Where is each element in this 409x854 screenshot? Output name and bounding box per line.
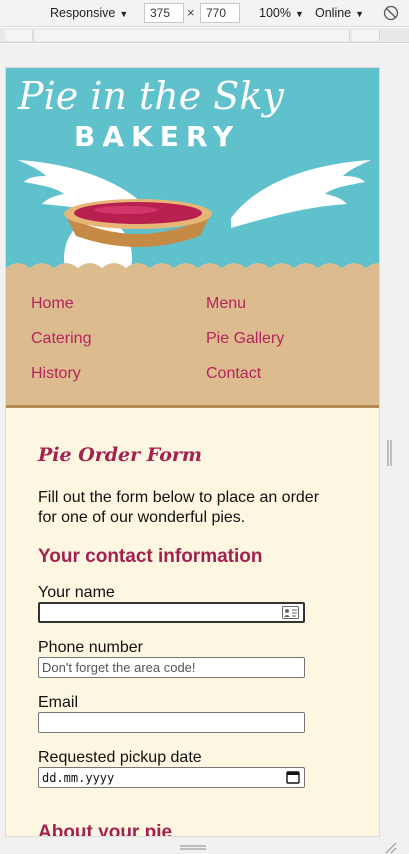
ruler-segment[interactable]	[5, 30, 33, 41]
phone-field-group: Phone number Don't forget the area code!	[38, 639, 347, 678]
phone-input-placeholder: Don't forget the area code!	[42, 660, 196, 675]
caret-down-icon: ▼	[294, 9, 304, 19]
nav-link-catering[interactable]: Catering	[31, 330, 91, 348]
logo-block-text[interactable]: BAKERY	[74, 120, 240, 153]
caret-down-icon: ▼	[119, 9, 129, 19]
ruler-segment[interactable]	[352, 30, 380, 41]
name-label: Your name	[38, 584, 115, 601]
caret-down-icon: ▼	[355, 9, 365, 19]
resize-corner-icon[interactable]	[383, 840, 397, 854]
form-title: Pie Order Form	[38, 444, 203, 466]
device-select[interactable]: Responsive ▼	[50, 6, 128, 20]
form-intro: Fill out the form below to place an orde…	[38, 489, 320, 526]
nav-link-home[interactable]: Home	[31, 295, 74, 313]
nav-link-contact[interactable]: Contact	[206, 365, 261, 383]
order-form: Pie Order Form Fill out the form below t…	[6, 444, 379, 837]
width-resize-handle[interactable]	[387, 440, 392, 466]
contact-card-icon[interactable]	[282, 606, 299, 619]
ruler-segment[interactable]	[35, 30, 350, 41]
date-label: Requested pickup date	[38, 749, 202, 766]
network-select[interactable]: Online ▼	[315, 6, 364, 20]
logo-script-text[interactable]: Pie in the Sky	[18, 74, 284, 118]
email-field-group: Email	[38, 694, 347, 733]
network-select-label: Online	[315, 6, 352, 20]
phone-label: Phone number	[38, 639, 143, 656]
page-viewport: Pie in the Sky BAKERY Home Menu Catering…	[5, 67, 380, 837]
zoom-select-label: 100%	[259, 6, 291, 20]
name-field-group: Your name	[38, 584, 347, 623]
pickup-date-value: dd.mm.yyyy	[42, 771, 115, 785]
media-query-ruler[interactable]	[0, 28, 409, 43]
site-header: Pie in the Sky BAKERY	[6, 68, 379, 278]
nav-link-menu[interactable]: Menu	[206, 295, 246, 313]
calendar-icon[interactable]	[286, 770, 300, 784]
phone-input[interactable]: Don't forget the area code!	[38, 657, 305, 678]
rotate-icon[interactable]	[383, 5, 399, 21]
height-input[interactable]: 770	[200, 3, 240, 23]
email-label: Email	[38, 694, 79, 711]
email-input[interactable]	[38, 712, 305, 733]
contact-section-title: Your contact information	[38, 546, 263, 567]
device-select-label: Responsive	[50, 6, 116, 20]
name-input[interactable]	[38, 602, 305, 623]
main-nav: Home Menu Catering Pie Gallery History C…	[6, 278, 379, 408]
nav-link-history[interactable]: History	[31, 365, 81, 383]
nav-link-pie-gallery[interactable]: Pie Gallery	[206, 330, 284, 348]
width-input[interactable]: 375	[144, 3, 184, 23]
height-resize-handle[interactable]	[180, 845, 206, 850]
date-field-group: Requested pickup date dd.mm.yyyy	[38, 749, 347, 788]
pickup-date-input[interactable]: dd.mm.yyyy	[38, 767, 305, 788]
pie-section-title: About your pie	[38, 822, 173, 837]
zoom-select[interactable]: 100% ▼	[259, 6, 304, 20]
dimension-separator: ×	[187, 5, 195, 20]
devtools-toolbar: Responsive ▼ 375 × 770 100% ▼ Online ▼	[0, 0, 409, 27]
